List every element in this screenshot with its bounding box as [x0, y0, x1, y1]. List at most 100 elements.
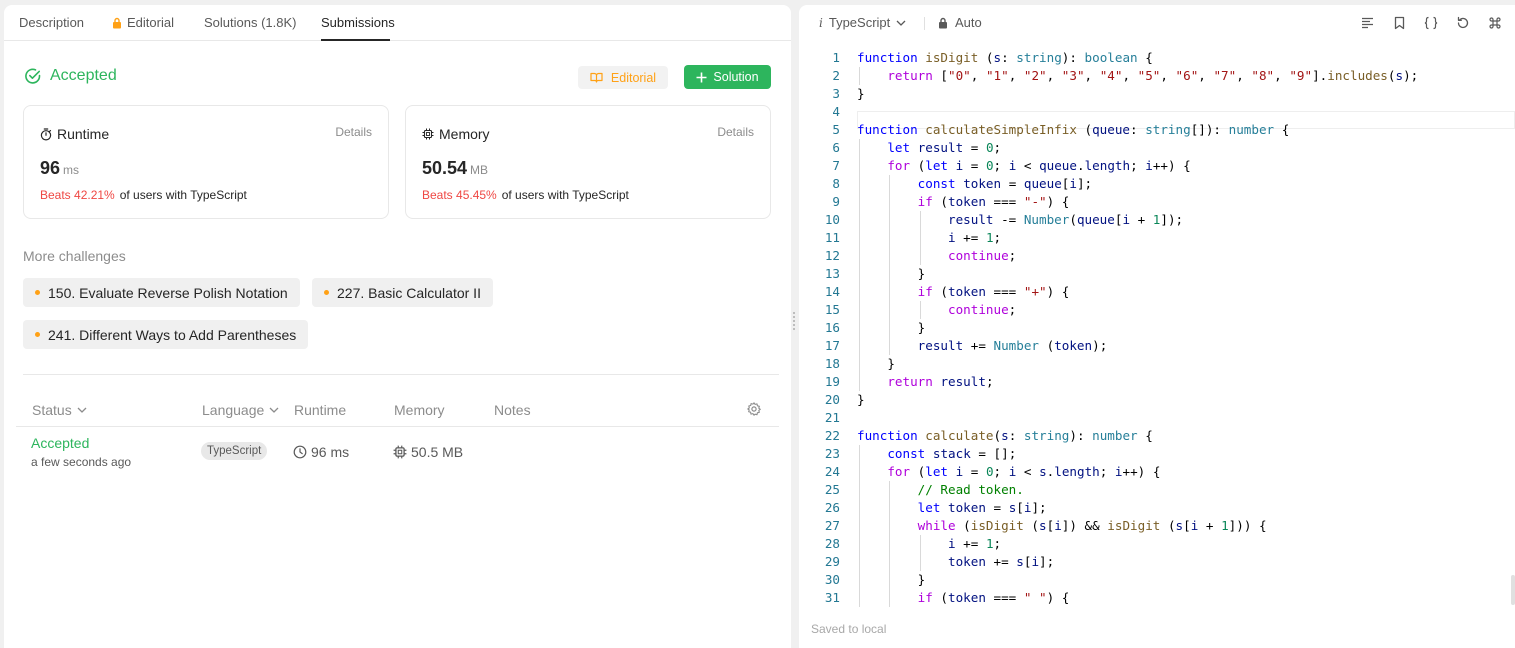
- code-line[interactable]: }: [857, 319, 926, 337]
- tab-submissions[interactable]: Submissions: [321, 15, 395, 30]
- challenge-chip-label: 227. Basic Calculator II: [337, 284, 481, 301]
- runtime-title: Runtime: [40, 126, 109, 142]
- table-header-divider: [16, 426, 779, 427]
- code-line[interactable]: }: [857, 355, 895, 373]
- difficulty-dot: [324, 290, 329, 295]
- book-icon: [590, 72, 603, 83]
- indent-guide: [859, 247, 860, 265]
- indent-guide: [889, 517, 891, 535]
- solution-button[interactable]: Solution: [684, 65, 771, 89]
- code-line[interactable]: for (let i = 0; i < queue.length; i++) {: [857, 157, 1190, 175]
- lock-icon: [939, 17, 947, 28]
- challenge-chip[interactable]: 227. Basic Calculator II: [312, 278, 493, 307]
- line-number: 7: [832, 158, 840, 173]
- runtime-column-header: Runtime: [294, 402, 346, 418]
- status-column-header[interactable]: Status: [32, 402, 87, 418]
- auto-mode-toggle[interactable]: Auto: [938, 15, 982, 30]
- code-line[interactable]: while (isDigit (s[i]) && isDigit (s[i + …: [857, 517, 1267, 535]
- editorial-button[interactable]: Editorial: [578, 66, 668, 89]
- line-number: 5: [832, 122, 840, 137]
- challenge-chip[interactable]: 241. Different Ways to Add Parentheses: [23, 320, 309, 349]
- plus-icon: [696, 72, 707, 82]
- code-line[interactable]: function calculate(s: string): number {: [857, 427, 1153, 445]
- challenge-chip[interactable]: 150. Evaluate Reverse Polish Notation: [23, 278, 300, 307]
- line-number: 27: [824, 518, 840, 533]
- indent-guide: [859, 589, 860, 607]
- result-header: Accepted: [24, 67, 117, 85]
- more-challenges-label: More challenges: [23, 248, 126, 264]
- chevron-down-icon: [269, 407, 279, 413]
- indent-guide: [859, 481, 860, 499]
- chip-icon: [393, 445, 407, 459]
- code-line[interactable]: result -= Number(queue[i + 1]);: [857, 211, 1183, 229]
- indent-guide: [859, 301, 860, 319]
- runtime-details-link[interactable]: Details: [335, 125, 372, 139]
- indent-guide: [889, 229, 891, 247]
- line-number: 13: [824, 266, 840, 281]
- memory-number: 50.54: [422, 158, 468, 178]
- code-editor[interactable]: 1 function isDigit (s: string): boolean {…: [799, 49, 1515, 609]
- indent-guide: [889, 481, 891, 499]
- code-line[interactable]: }: [857, 85, 865, 103]
- indent-guide: [919, 229, 921, 247]
- indent-guide: [919, 211, 921, 229]
- language-badge: TypeScript: [201, 442, 268, 460]
- runtime-unit: ms: [63, 163, 80, 177]
- code-line[interactable]: const stack = [];: [857, 445, 1016, 463]
- indent-guide: [859, 517, 860, 535]
- code-line[interactable]: let token = s[i];: [857, 499, 1047, 517]
- indent-guide: [889, 175, 891, 193]
- indent-guide: [919, 535, 921, 553]
- format-icon[interactable]: [1361, 16, 1374, 29]
- code-line[interactable]: i += 1;: [857, 229, 1001, 247]
- tab-editorial[interactable]: Editorial: [112, 15, 174, 30]
- panel-resize-handle[interactable]: [791, 0, 799, 648]
- code-line[interactable]: return result;: [857, 373, 993, 391]
- indent-guide: [919, 553, 921, 571]
- line-number: 30: [824, 572, 840, 587]
- submission-status[interactable]: Accepted: [31, 435, 89, 451]
- code-line[interactable]: i += 1;: [857, 535, 1001, 553]
- indent-guide: [889, 211, 891, 229]
- line-number: 29: [824, 554, 840, 569]
- editor-scrollbar[interactable]: [1511, 575, 1515, 605]
- code-line[interactable]: result += Number (token);: [857, 337, 1108, 355]
- code-line[interactable]: continue;: [857, 301, 1016, 319]
- code-line[interactable]: // Read token.: [857, 481, 1024, 499]
- code-line[interactable]: }: [857, 571, 926, 589]
- language-column-header[interactable]: Language: [202, 402, 279, 418]
- language-select[interactable]: i TypeScript: [819, 15, 906, 30]
- tab-description[interactable]: Description: [19, 15, 84, 30]
- indent-guide: [859, 373, 860, 391]
- code-line[interactable]: function isDigit (s: string): boolean {: [857, 49, 1153, 67]
- command-icon[interactable]: [1488, 16, 1502, 30]
- braces-icon[interactable]: [1424, 16, 1438, 30]
- reset-icon[interactable]: [1456, 16, 1470, 30]
- memory-details-link[interactable]: Details: [717, 125, 754, 139]
- code-line[interactable]: let result = 0;: [857, 139, 1001, 157]
- language-select-value: TypeScript: [828, 15, 891, 30]
- code-line[interactable]: function calculateSimpleInfix (queue: st…: [857, 121, 1289, 139]
- gear-icon[interactable]: [747, 402, 761, 416]
- code-line[interactable]: }: [857, 265, 926, 283]
- line-number: 24: [824, 464, 840, 479]
- indent-guide: [859, 535, 860, 553]
- runtime-card: Runtime Details 96 ms Beats 42.21% of user…: [23, 105, 389, 219]
- difficulty-dot: [35, 332, 40, 337]
- code-line[interactable]: continue;: [857, 247, 1016, 265]
- indent-guide: [859, 319, 860, 337]
- tab-solutions[interactable]: Solutions (1.8K): [204, 15, 297, 30]
- code-line[interactable]: const token = queue[i];: [857, 175, 1092, 193]
- code-editor-panel: i TypeScript Auto 1 function isDigit (s: …: [799, 5, 1515, 648]
- runtime-beats-text: of users with TypeScript: [119, 188, 247, 202]
- code-line[interactable]: return ["0", "1", "2", "3", "4", "5", "6…: [857, 67, 1418, 85]
- runtime-cell-value: 96 ms: [311, 444, 350, 460]
- bookmark-icon[interactable]: [1394, 16, 1405, 30]
- code-line[interactable]: }: [857, 391, 865, 409]
- code-line[interactable]: for (let i = 0; i < s.length; i++) {: [857, 463, 1160, 481]
- code-line[interactable]: token += s[i];: [857, 553, 1054, 571]
- indent-guide: [859, 553, 860, 571]
- indent-guide: [889, 499, 891, 517]
- indent-guide: [859, 445, 860, 463]
- difficulty-dot: [35, 290, 40, 295]
